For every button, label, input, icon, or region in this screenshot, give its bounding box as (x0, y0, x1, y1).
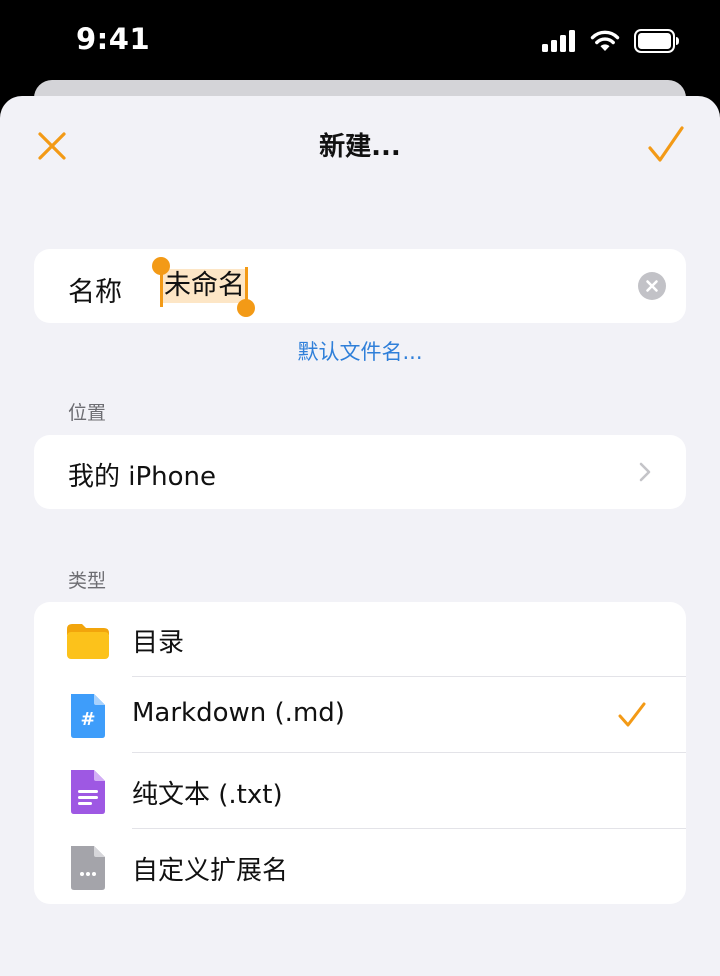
markdown-file-icon: # (71, 694, 105, 738)
status-icons (542, 28, 680, 54)
text-file-icon (71, 770, 105, 814)
selection-end-handle[interactable] (237, 299, 255, 317)
type-option-folder[interactable]: 目录 (34, 602, 686, 677)
name-value[interactable]: 未命名 (162, 269, 247, 303)
type-option-label: Markdown (.md) (132, 698, 345, 728)
name-label: 名称 (68, 277, 122, 308)
svg-text:#: # (80, 709, 95, 730)
status-bar: 9:41 (0, 0, 720, 80)
name-field-card: 名称 未命名 (34, 249, 686, 323)
location-row[interactable]: 我的 iPhone (34, 435, 686, 509)
name-input[interactable]: 未命名 (152, 257, 620, 317)
type-option-text[interactable]: 纯文本 (.txt) (34, 754, 686, 829)
folder-icon (67, 624, 109, 659)
type-list: 目录 # Markdown (.md) 纯文本 (.txt) 自定义扩展名 (34, 602, 686, 904)
chevron-right-icon (639, 462, 651, 482)
new-document-sheet: 新建... 名称 未命名 默认文件名... 位置 我的 iPhone 类型 目录… (0, 96, 720, 976)
custom-file-icon (71, 846, 105, 890)
type-option-custom[interactable]: 自定义扩展名 (34, 830, 686, 905)
cellular-signal-icon (542, 30, 575, 52)
location-value: 我的 iPhone (68, 462, 217, 492)
checkmark-icon[interactable] (646, 122, 686, 168)
type-option-markdown[interactable]: # Markdown (.md) (34, 678, 686, 753)
type-section-header: 类型 (68, 570, 107, 592)
wifi-icon (590, 30, 620, 51)
clear-icon[interactable] (638, 272, 666, 300)
status-time: 9:41 (76, 22, 151, 56)
sheet-title: 新建... (319, 132, 401, 162)
location-section-header: 位置 (68, 402, 107, 424)
type-option-label: 目录 (132, 628, 185, 658)
selected-checkmark-icon (618, 702, 646, 727)
battery-icon (634, 29, 679, 53)
row-divider (132, 752, 686, 753)
row-divider (132, 676, 686, 677)
row-divider (132, 828, 686, 829)
selection-start-handle[interactable] (152, 257, 170, 275)
type-option-label: 自定义扩展名 (132, 856, 289, 886)
default-filename-link[interactable]: 默认文件名... (0, 336, 720, 366)
type-option-label: 纯文本 (.txt) (132, 780, 283, 810)
